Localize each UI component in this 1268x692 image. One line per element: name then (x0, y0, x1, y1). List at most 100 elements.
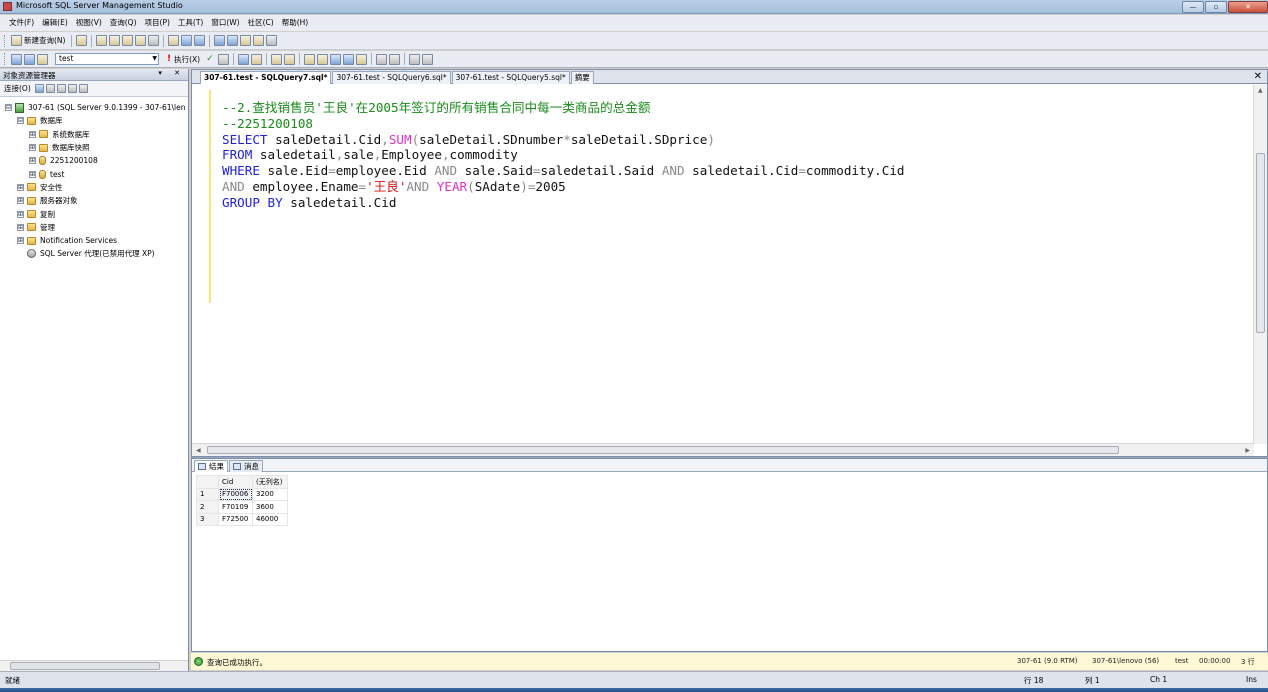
menu-help[interactable]: 帮助(H) (278, 15, 313, 31)
scroll-thumb[interactable] (10, 662, 160, 670)
expand-icon[interactable]: ⊞ (29, 144, 36, 152)
execute-button[interactable]: 执行(X) (174, 54, 200, 65)
client-statistics-icon[interactable] (316, 53, 328, 65)
new-file-icon[interactable] (76, 35, 88, 46)
sql-mobile-query-icon[interactable] (148, 35, 160, 46)
column-header-cid[interactable]: Cid (218, 475, 253, 489)
column-header-unnamed[interactable]: (无列名) (252, 475, 288, 489)
grid-cell[interactable]: 46000 (252, 512, 288, 526)
grid-cell[interactable]: 3200 (252, 487, 288, 501)
increase-indent-icon[interactable] (421, 53, 433, 65)
collapse-icon[interactable]: ⊟ (5, 104, 12, 112)
close-document-icon[interactable]: ✕ (1254, 70, 1262, 83)
object-explorer-icon[interactable] (227, 35, 239, 46)
disconnect-icon[interactable] (37, 53, 48, 65)
uncomment-lines-icon[interactable] (388, 53, 400, 65)
menu-edit[interactable]: 编辑(E) (38, 15, 72, 31)
tree-node[interactable]: ⊞ 复制 (0, 207, 188, 220)
open-file-icon[interactable] (168, 35, 180, 46)
connect-icon[interactable] (11, 53, 22, 65)
change-connection-icon[interactable] (24, 53, 35, 65)
tree-node[interactable]: ⊞ Notification Services (0, 234, 188, 247)
results-to-file-icon[interactable] (355, 53, 367, 65)
scroll-right-icon[interactable]: ▶ (1245, 447, 1250, 454)
row-number[interactable]: 2 (196, 500, 219, 514)
stop-icon[interactable] (56, 84, 66, 93)
tree-node[interactable]: ⊞ 数据库快照 (0, 141, 188, 154)
collapse-icon[interactable]: ⊟ (17, 117, 24, 125)
cancel-query-icon[interactable] (217, 53, 229, 65)
expand-icon[interactable]: ⊞ (17, 223, 24, 231)
sql-editor[interactable]: --2.查找销售员'王良'在2005年签订的所有销售合同中每一类商品的总金额 --… (192, 85, 1254, 444)
comment-lines-icon[interactable] (375, 53, 387, 65)
menu-tools[interactable]: 工具(T) (174, 15, 207, 31)
tree-node[interactable]: ⊞ 管理 (0, 221, 188, 234)
maximize-button[interactable]: ▫ (1205, 1, 1227, 13)
sql-code[interactable]: --2.查找销售员'王良'在2005年签订的所有销售合同中每一类商品的总金额 --… (222, 100, 905, 211)
specify-values-icon[interactable] (283, 53, 295, 65)
minimize-button[interactable]: — (1182, 1, 1204, 13)
tree-node[interactable]: ⊞ 2251200108 (0, 154, 188, 167)
database-engine-query-icon[interactable] (96, 35, 108, 46)
template-explorer-icon[interactable] (240, 35, 252, 46)
estimated-plan-icon[interactable] (237, 53, 249, 65)
mdx-query-icon[interactable] (122, 35, 134, 46)
menu-file[interactable]: 文件(F) (5, 15, 38, 31)
tree-node[interactable]: SQL Server 代理(已禁用代理 XP) (0, 247, 188, 260)
row-number[interactable]: 3 (196, 512, 219, 526)
tab-messages[interactable]: 消息 (229, 460, 263, 472)
editor-hscrollbar[interactable]: ◀ ▶ (192, 443, 1254, 456)
menu-project[interactable]: 项目(P) (141, 15, 174, 31)
object-explorer-hscrollbar[interactable] (0, 660, 188, 671)
xmla-query-icon[interactable] (135, 35, 147, 46)
properties-window-icon[interactable] (253, 35, 265, 46)
editor-vscrollbar[interactable]: ▲ (1253, 85, 1267, 444)
filter-icon[interactable] (78, 84, 88, 93)
menu-view[interactable]: 视图(V) (72, 15, 106, 31)
expand-icon[interactable]: ⊞ (29, 157, 36, 165)
tree-node[interactable]: ⊟ 307-61 (SQL Server 9.0.1399 - 307-61\le… (0, 101, 188, 114)
tree-node[interactable]: ⊟ 数据库 (0, 114, 188, 127)
refresh-icon[interactable] (67, 84, 77, 93)
decrease-indent-icon[interactable] (408, 53, 420, 65)
tab-results[interactable]: 结果 (194, 460, 228, 472)
close-window-button[interactable]: ✕ (1228, 1, 1268, 13)
expand-icon[interactable]: ⊞ (17, 197, 24, 205)
toolbar-grip[interactable] (4, 34, 7, 47)
tree-node[interactable]: ⊞ 服务器对象 (0, 194, 188, 207)
tree-node[interactable]: ⊞ test (0, 167, 188, 180)
grid-cell[interactable]: F70109 (218, 500, 253, 514)
include-actual-plan-icon[interactable] (303, 53, 315, 65)
expand-icon[interactable]: ⊞ (29, 130, 36, 138)
menu-community[interactable]: 社区(C) (244, 15, 278, 31)
disconnect-icon[interactable] (45, 84, 55, 93)
menu-window[interactable]: 窗口(W) (207, 15, 243, 31)
tree-node[interactable]: ⊞ 安全性 (0, 181, 188, 194)
grid-cell[interactable]: F72500 (218, 512, 253, 526)
new-query-button[interactable]: 新建查询(N) (24, 35, 65, 46)
expand-icon[interactable]: ⊞ (17, 210, 24, 218)
document-tab[interactable]: 307-61.test - SQLQuery6.sql* (332, 71, 451, 84)
toolbox-icon[interactable] (266, 35, 278, 46)
intellisense-icon[interactable] (270, 53, 282, 65)
grid-cell[interactable]: F70006 (218, 487, 253, 501)
row-number[interactable]: 1 (196, 487, 219, 501)
query-options-icon[interactable] (250, 53, 262, 65)
analysis-query-icon[interactable] (109, 35, 121, 46)
document-tab[interactable]: 307-61.test - SQLQuery5.sql* (451, 71, 570, 84)
scroll-left-icon[interactable]: ◀ (196, 447, 201, 454)
expand-icon[interactable]: ⊞ (17, 237, 24, 245)
expand-icon[interactable]: ⊞ (29, 170, 36, 178)
toolbar-grip[interactable] (4, 53, 7, 65)
registered-servers-icon[interactable] (214, 35, 226, 46)
scroll-thumb[interactable] (1256, 153, 1265, 333)
grid-cell[interactable]: 3600 (252, 500, 288, 514)
document-tab[interactable]: 307-61.test - SQLQuery7.sql* (200, 71, 332, 84)
scroll-up-icon[interactable]: ▲ (1258, 87, 1263, 94)
panel-header-buttons[interactable]: ▾ ✕ (158, 69, 185, 77)
document-tab[interactable]: 摘要 (570, 71, 594, 84)
scroll-thumb[interactable] (207, 446, 1119, 454)
available-databases-dropdown[interactable]: test ▼ (55, 53, 159, 65)
save-all-icon[interactable] (194, 35, 206, 46)
grid-corner[interactable] (196, 475, 219, 489)
